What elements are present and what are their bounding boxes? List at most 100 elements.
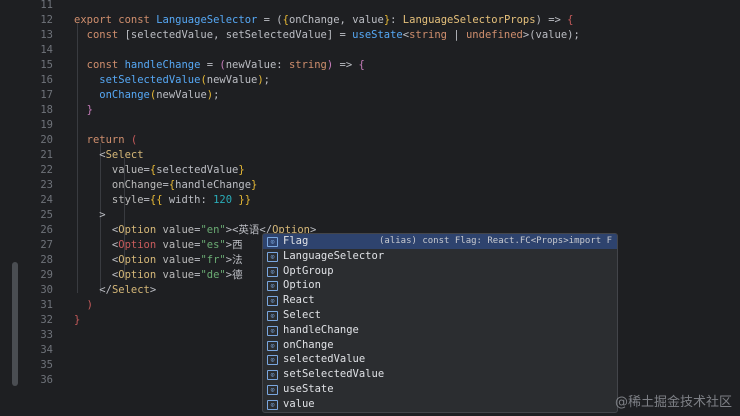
code-text[interactable]: export const LanguageSelector = ({onChan…: [74, 13, 574, 28]
code-token: {{: [149, 194, 163, 206]
code-token: string: [288, 59, 327, 71]
code-line[interactable]: 13 const [selectedValue, setSelectedValu…: [0, 28, 740, 43]
code-token: selectedValue: [156, 164, 239, 176]
code-text[interactable]: >: [74, 208, 106, 223]
code-text[interactable]: <Option value="de">德: [74, 268, 243, 283]
completion-item[interactable]: ⊙ Select: [263, 308, 617, 323]
code-token: onChange: [288, 14, 340, 26]
completion-label: value: [283, 397, 315, 410]
code-token: ,: [339, 14, 353, 26]
code-text[interactable]: onChange={handleChange}: [74, 178, 257, 193]
line-number: 12: [40, 14, 53, 26]
code-token: useState: [352, 29, 403, 41]
code-token: style: [74, 194, 144, 206]
code-text[interactable]: value={selectedValue}: [74, 163, 245, 178]
code-text[interactable]: <Option value="es">西: [74, 238, 243, 253]
code-line[interactable]: 24 style={{ width: 120 }}: [0, 193, 740, 208]
code-text[interactable]: }: [74, 313, 80, 328]
code-token: <: [74, 224, 119, 236]
variable-symbol-icon: ⊙: [267, 266, 278, 277]
code-line[interactable]: 20 return (: [0, 133, 740, 148]
code-token: >: [74, 209, 106, 221]
code-token: :: [390, 14, 403, 26]
code-token: export const: [74, 14, 157, 26]
code-token: newValue: [206, 74, 258, 86]
code-line[interactable]: 15 const handleChange = (newValue: strin…: [0, 58, 740, 73]
code-text[interactable]: <Option value="fr">法: [74, 253, 243, 268]
completion-detail: (alias) const Flag: React.FC<Props>impor…: [379, 236, 612, 246]
code-token: value: [156, 239, 195, 251]
code-text[interactable]: }: [74, 103, 93, 118]
scrollbar-thumb[interactable]: [12, 262, 18, 386]
code-token: [selectedValue, setSelectedValue]: [124, 29, 334, 41]
code-text[interactable]: </Select>: [74, 283, 156, 298]
completion-item[interactable]: ⊙ onChange: [263, 338, 617, 353]
completion-item[interactable]: ⊙ selectedValue: [263, 352, 617, 367]
code-token: >: [149, 284, 157, 296]
line-number: 11: [40, 0, 53, 11]
completion-item[interactable]: ⊙ setSelectedValue: [263, 367, 617, 382]
code-token: <: [74, 239, 119, 251]
code-token: return: [74, 134, 131, 146]
line-number: 18: [40, 104, 53, 116]
code-line[interactable]: 22 value={selectedValue}: [0, 163, 740, 178]
completion-label: OptGroup: [283, 264, 334, 277]
code-text[interactable]: <Select: [74, 148, 144, 163]
code-text[interactable]: onChange(newValue);: [74, 88, 219, 103]
code-token: >德: [225, 269, 243, 281]
code-line[interactable]: 17 onChange(newValue);: [0, 88, 740, 103]
code-line[interactable]: 11: [0, 0, 740, 13]
line-number: 30: [40, 284, 53, 296]
code-token: (: [130, 134, 138, 146]
code-line[interactable]: 14: [0, 43, 740, 58]
code-token: handleChange: [124, 59, 201, 71]
completion-item[interactable]: ⊙ handleChange: [263, 323, 617, 338]
code-text[interactable]: setSelectedValue(newValue);: [74, 73, 270, 88]
code-line[interactable]: 21 <Select: [0, 148, 740, 163]
line-number: 33: [40, 329, 53, 341]
code-token: Select: [105, 149, 144, 161]
completion-item[interactable]: ⊙ value: [263, 397, 617, 412]
variable-symbol-icon: ⊙: [267, 399, 278, 410]
code-token: |: [447, 29, 466, 41]
variable-symbol-icon: ⊙: [267, 355, 278, 366]
line-number: 20: [40, 134, 53, 146]
code-line[interactable]: 12 export const LanguageSelector = ({onCh…: [0, 13, 740, 28]
code-token: value: [156, 269, 195, 281]
completion-item[interactable]: ⊙ Flag (alias) const Flag: React.FC<Props>…: [263, 234, 617, 249]
code-token: }}: [238, 194, 252, 206]
line-number: 15: [40, 59, 53, 71]
code-token: onChange: [74, 179, 163, 191]
completion-item[interactable]: ⊙ useState: [263, 382, 617, 397]
code-line[interactable]: 16 setSelectedValue(newValue);: [0, 73, 740, 88]
code-line[interactable]: 23 onChange={handleChange}: [0, 178, 740, 193]
code-token: =: [200, 59, 220, 71]
variable-symbol-icon: ⊙: [267, 385, 278, 395]
completion-item[interactable]: ⊙ Option: [263, 278, 617, 293]
code-text[interactable]: const handleChange = (newValue: string) …: [74, 58, 365, 73]
completion-item[interactable]: ⊙ LanguageSelector: [263, 249, 617, 264]
code-token: setSelectedValue: [74, 74, 201, 86]
line-number: 36: [40, 374, 53, 386]
code-line[interactable]: 25 >: [0, 208, 740, 223]
autocomplete-popup[interactable]: ⊙ Flag (alias) const Flag: React.FC<Props>…: [262, 233, 618, 413]
completion-label: selectedValue: [283, 353, 366, 366]
completion-label: Option: [283, 279, 321, 292]
completion-item[interactable]: ⊙ React: [263, 293, 617, 308]
code-token: >西: [225, 239, 243, 251]
line-number: 32: [40, 314, 53, 326]
completion-item[interactable]: ⊙ OptGroup: [263, 264, 617, 279]
code-token: <: [74, 269, 119, 281]
code-token: </: [74, 284, 112, 296]
code-token: value: [156, 224, 195, 236]
code-line[interactable]: 19: [0, 118, 740, 133]
code-text[interactable]: return (: [74, 133, 138, 148]
code-token: undefined: [465, 29, 523, 41]
line-number: 26: [40, 224, 53, 236]
code-token: =>: [333, 59, 359, 71]
code-line[interactable]: 18 }: [0, 103, 740, 118]
code-text[interactable]: ): [74, 298, 93, 313]
variable-symbol-icon: ⊙: [267, 370, 278, 381]
code-text[interactable]: style={{ width: 120 }}: [74, 193, 251, 208]
code-text[interactable]: const [selectedValue, setSelectedValue] …: [74, 28, 580, 43]
